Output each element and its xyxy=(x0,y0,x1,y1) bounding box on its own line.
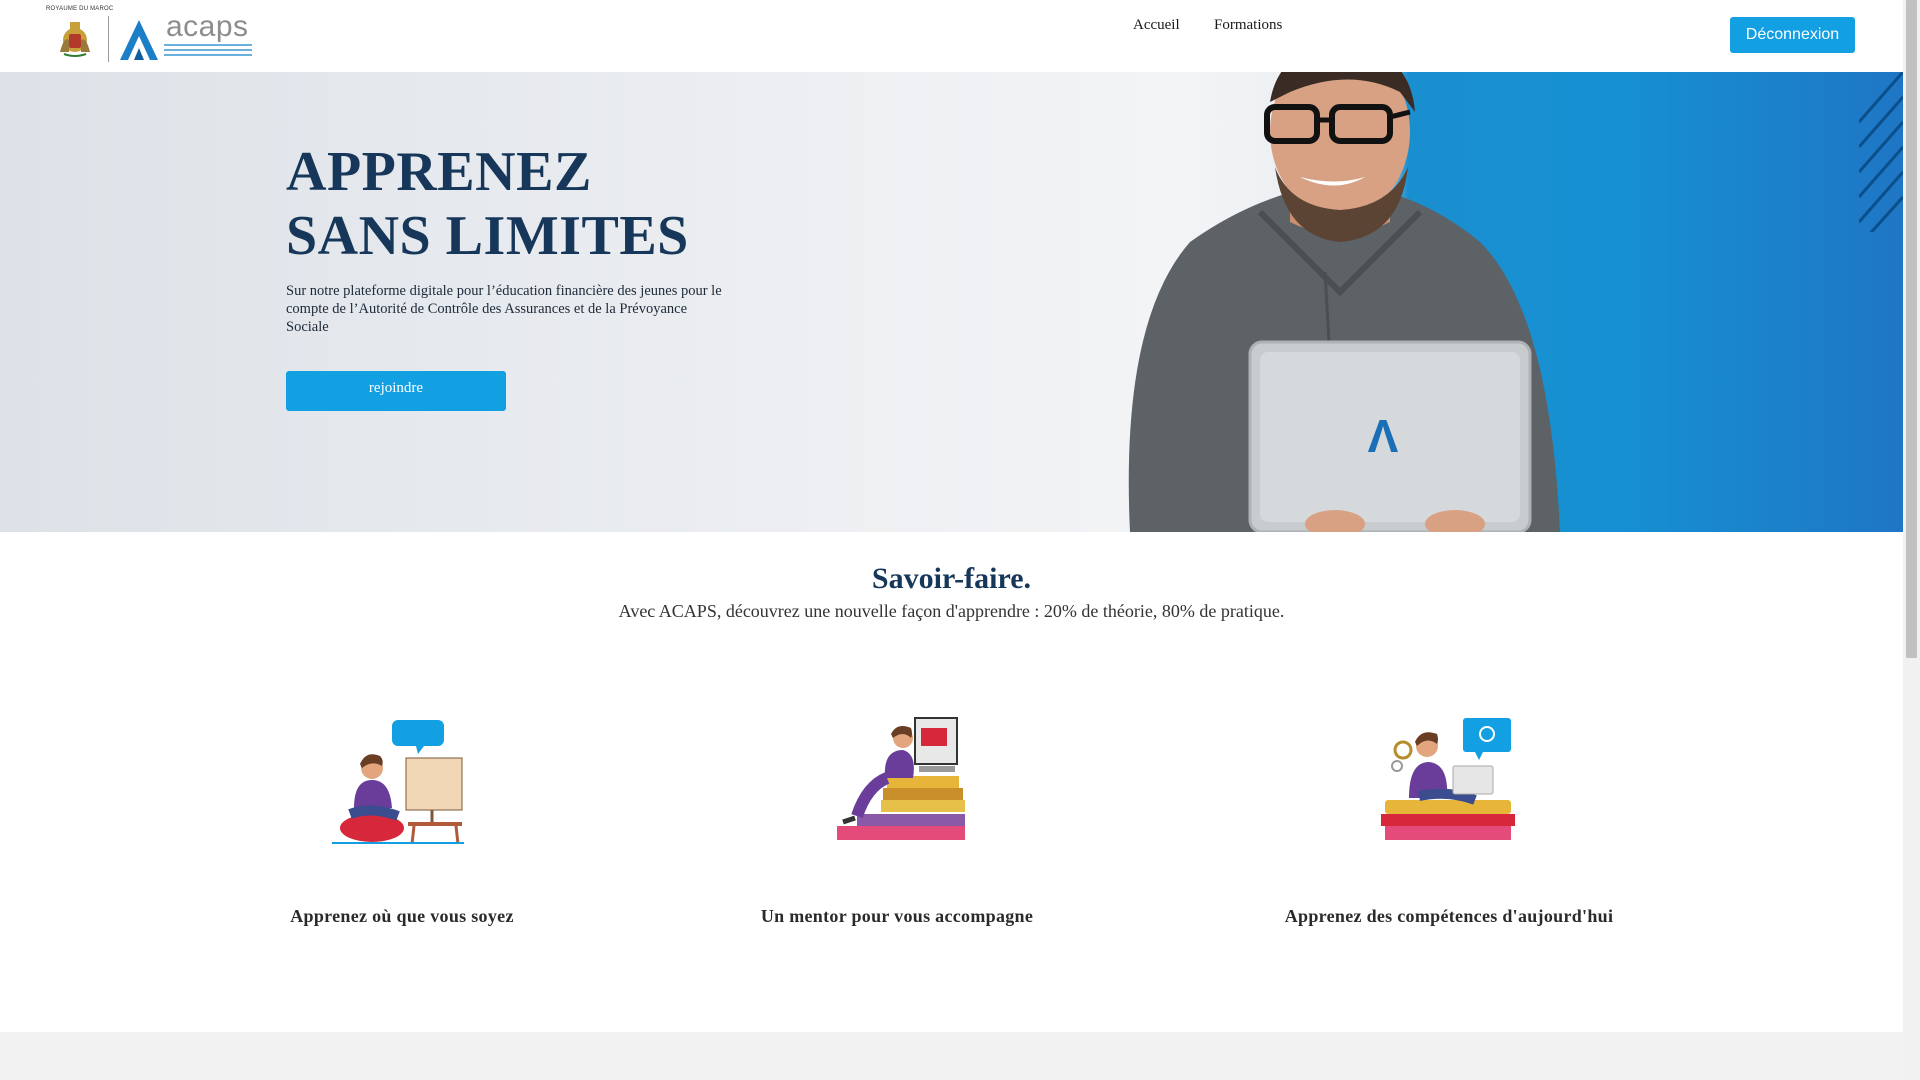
laptop-logo-mark: Λ xyxy=(1368,410,1399,462)
hero-title: APPRENEZ SANS LIMITES xyxy=(286,140,689,268)
feature-card-3 xyxy=(1259,716,1639,846)
nav-accueil[interactable]: Accueil xyxy=(1133,17,1180,34)
feature-label-2: Un mentor pour vous accompagne xyxy=(760,906,1034,926)
logo-divider xyxy=(108,16,109,62)
nav-formations[interactable]: Formations xyxy=(1214,17,1282,34)
person-with-laptop-illustration xyxy=(1381,718,1515,840)
diagonal-stripes-decoration xyxy=(1859,72,1903,232)
logout-button[interactable]: Déconnexion xyxy=(1730,17,1855,53)
hero-banner: APPRENEZ SANS LIMITES Sur notre platefor… xyxy=(0,72,1903,532)
person-at-computer-illustration xyxy=(332,720,464,845)
brand-tagline-lines xyxy=(164,44,252,59)
crest-label: ROYAUME DU MAROC xyxy=(46,6,114,12)
top-navbar: ROYAUME DU MAROC acaps Accueil Formation… xyxy=(0,0,1903,72)
scrollbar-thumb[interactable] xyxy=(1906,0,1917,658)
footer-band xyxy=(0,1032,1903,1080)
hero-title-line1: APPRENEZ xyxy=(286,141,592,203)
royal-crest-icon xyxy=(60,22,90,57)
acaps-a-icon xyxy=(120,20,158,60)
feature-card-2 xyxy=(707,716,1087,846)
section-title: Savoir-faire. xyxy=(871,562,1032,595)
hero-description: Sur notre plateforme digitale pour l’édu… xyxy=(286,283,722,335)
page: ROYAUME DU MAROC acaps Accueil Formation… xyxy=(0,0,1903,1080)
person-on-books-illustration xyxy=(837,717,965,840)
acaps-logo[interactable]: ROYAUME DU MAROC acaps xyxy=(46,6,256,62)
section-subtitle: Avec ACAPS, découvrez une nouvelle façon… xyxy=(618,601,1285,621)
man-with-laptop-photo: Λ xyxy=(1128,72,1560,532)
feature-card-1 xyxy=(212,716,592,846)
feature-label-3: Apprenez des compétences d'aujourd'hui xyxy=(1284,906,1614,926)
join-button[interactable]: rejoindre xyxy=(286,371,506,411)
brand-name: acaps xyxy=(166,10,249,43)
feature-label-1: Apprenez où que vous soyez xyxy=(290,906,514,926)
hero-title-line2: SANS LIMITES xyxy=(286,205,689,267)
